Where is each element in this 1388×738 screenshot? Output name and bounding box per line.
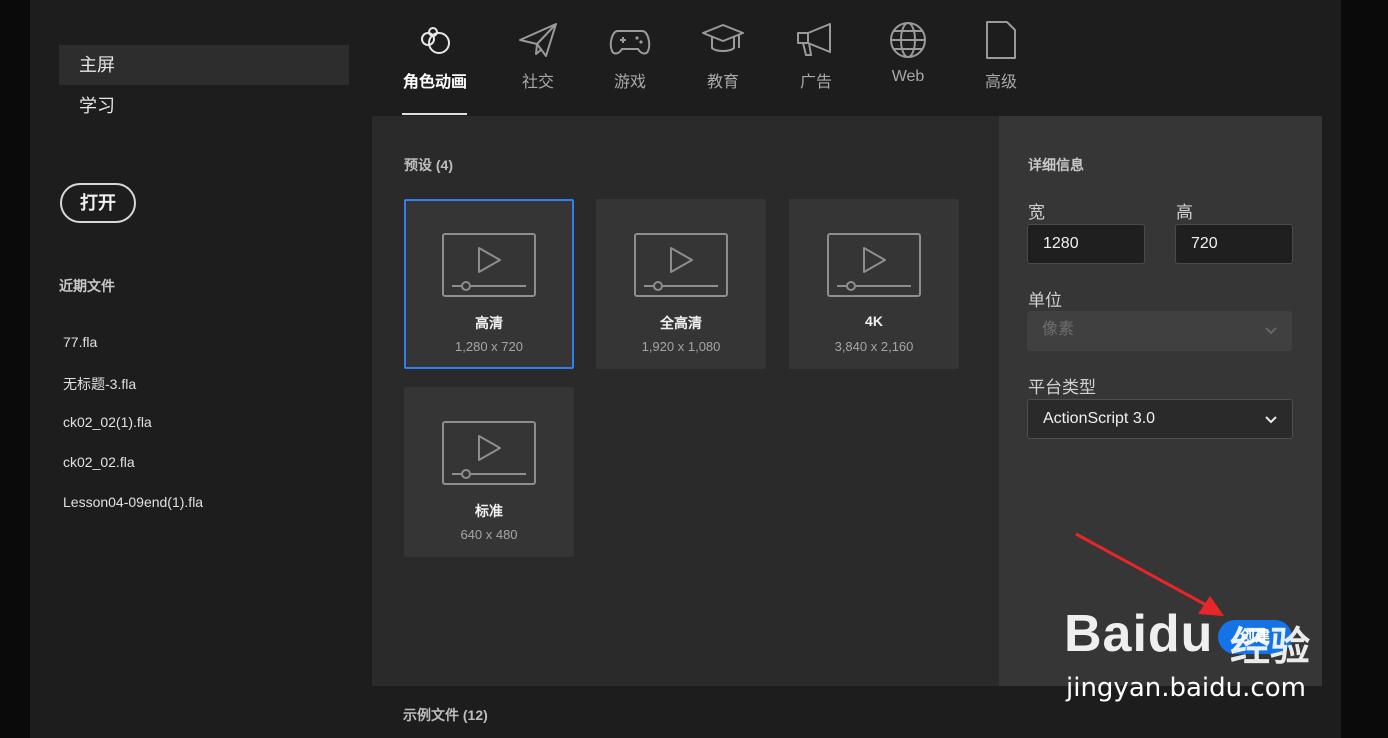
video-preset-icon — [634, 233, 728, 297]
preset-card-full-hd[interactable]: 全高清 1,920 x 1,080 — [596, 199, 766, 369]
tab-character-animation[interactable]: 角色动画 — [389, 18, 481, 92]
baidu-watermark: Baidu — [1064, 605, 1214, 663]
recent-file-item[interactable]: ck02_02(1).fla — [63, 414, 152, 430]
tab-label: 高级 — [984, 74, 1017, 91]
globe-icon — [890, 22, 926, 58]
details-title: 详细信息 — [1028, 157, 1084, 173]
gamepad-icon — [609, 30, 651, 55]
tab-advertising[interactable]: 广告 — [770, 18, 862, 92]
video-preset-icon — [442, 421, 536, 485]
nav-learn[interactable]: 学习 — [59, 86, 349, 126]
platform-select-value: ActionScript 3.0 — [1043, 410, 1156, 427]
width-label: 宽 — [1028, 203, 1045, 222]
preset-name: 高清 — [475, 315, 503, 331]
preset-size: 640 x 480 — [460, 527, 518, 542]
chevron-down-icon — [1265, 416, 1277, 424]
unit-select-value: 像素 — [1042, 321, 1075, 338]
recent-file-item[interactable]: 无标题-3.fla — [63, 374, 136, 394]
tab-label: 游戏 — [613, 74, 646, 91]
document-icon — [986, 21, 1016, 59]
tab-web[interactable]: Web — [862, 18, 954, 86]
presets-title: 预设 (4) — [404, 157, 453, 173]
preset-name: 标准 — [475, 503, 503, 519]
character-animation-icon — [421, 27, 450, 54]
window-right-edge — [1341, 0, 1388, 738]
platform-label: 平台类型 — [1028, 378, 1096, 397]
preset-size: 3,840 x 2,160 — [834, 339, 914, 354]
height-input[interactable]: 720 — [1175, 224, 1293, 264]
preset-size: 1,920 x 1,080 — [641, 339, 721, 354]
width-input[interactable]: 1280 — [1027, 224, 1145, 264]
open-button[interactable]: 打开 — [60, 183, 136, 223]
megaphone-icon — [797, 23, 831, 56]
tab-label: 广告 — [799, 74, 832, 91]
tab-label: 角色动画 — [402, 74, 467, 91]
preset-name: 4K — [865, 313, 883, 329]
chevron-down-icon — [1265, 327, 1277, 335]
tab-advanced[interactable]: 高级 — [955, 18, 1047, 92]
height-label: 高 — [1176, 203, 1193, 222]
unit-select[interactable]: 像素 — [1027, 311, 1292, 351]
graduation-cap-icon — [702, 24, 744, 52]
active-tab-indicator — [402, 113, 467, 115]
recent-file-item[interactable]: Lesson04-09end(1).fla — [63, 494, 203, 510]
watermark-url: jingyan.baidu.com — [1066, 673, 1306, 703]
tab-games[interactable]: 游戏 — [584, 18, 676, 92]
tab-label: Web — [891, 68, 925, 85]
recent-file-item[interactable]: 77.fla — [63, 334, 97, 350]
tab-label: 社交 — [521, 74, 554, 91]
tab-social[interactable]: 社交 — [492, 18, 584, 92]
nav-home[interactable]: 主屏 — [59, 45, 349, 85]
video-preset-icon — [827, 233, 921, 297]
recent-files-title: 近期文件 — [59, 278, 115, 294]
preset-card-hd[interactable]: 高清 1,280 x 720 — [404, 199, 574, 369]
recent-file-item[interactable]: ck02_02.fla — [63, 454, 135, 470]
video-preset-icon — [442, 233, 536, 297]
paper-plane-icon — [519, 23, 557, 57]
preset-card-standard[interactable]: 标准 640 x 480 — [404, 387, 574, 557]
window-left-edge — [0, 0, 30, 738]
tab-education[interactable]: 教育 — [677, 18, 769, 92]
preset-size: 1,280 x 720 — [455, 339, 523, 354]
jingyan-watermark: 经验 — [1230, 625, 1310, 669]
platform-select[interactable]: ActionScript 3.0 — [1027, 399, 1293, 439]
preset-name: 全高清 — [660, 315, 702, 331]
tab-label: 教育 — [706, 74, 739, 91]
unit-label: 单位 — [1028, 291, 1062, 310]
examples-title: 示例文件 (12) — [403, 707, 488, 723]
preset-card-4k[interactable]: 4K 3,840 x 2,160 — [789, 199, 959, 369]
